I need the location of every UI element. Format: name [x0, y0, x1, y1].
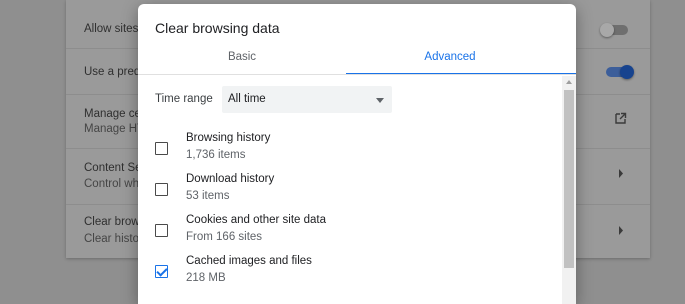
chevron-right-icon[interactable]: [618, 169, 624, 181]
checkbox-browsing-history[interactable]: [155, 142, 168, 155]
checkbox-cookies[interactable]: [155, 224, 168, 237]
setting-manage-certs-sub: Manage HT: [84, 123, 145, 135]
checkbox-cached-images[interactable]: [155, 265, 168, 278]
tab-basic[interactable]: Basic: [138, 46, 346, 74]
setting-content-label: Content Se: [84, 162, 142, 174]
setting-content-sub: Control wh: [84, 178, 139, 190]
setting-manage-certs-label: Manage ce: [84, 108, 141, 120]
setting-clear-browsing-label: Clear brows: [84, 216, 146, 228]
item-label: Browsing history: [186, 132, 271, 144]
item-label: Cached images and files: [186, 255, 312, 267]
item-detail: 218 MB: [186, 272, 226, 284]
allow-sites-toggle[interactable]: [600, 23, 628, 37]
dialog-title: Clear browsing data: [155, 20, 280, 36]
item-detail: 53 items: [186, 190, 230, 202]
time-range-value: All time: [228, 93, 266, 105]
option-cookies[interactable]: Cookies and other site data From 166 sit…: [138, 214, 558, 254]
item-detail: 1,736 items: [186, 149, 246, 161]
setting-prediction-label: Use a predi: [84, 66, 143, 78]
clear-browsing-data-dialog: Clear browsing data Basic Advanced Time …: [138, 4, 576, 304]
toggle-knob: [600, 23, 614, 37]
time-range-label: Time range: [155, 93, 213, 105]
dropdown-arrow-icon: [376, 98, 384, 103]
tab-advanced[interactable]: Advanced: [346, 46, 554, 74]
option-cached-images[interactable]: Cached images and files 218 MB: [138, 255, 558, 295]
tab-bar: Basic Advanced: [138, 46, 576, 76]
option-download-history[interactable]: Download history 53 items: [138, 173, 558, 213]
item-label: Download history: [186, 173, 275, 185]
scrollbar-thumb[interactable]: [564, 90, 574, 268]
setting-allow-sites-label: Allow sites: [84, 23, 139, 35]
option-browsing-history[interactable]: Browsing history 1,736 items: [138, 132, 558, 172]
divider: [138, 74, 576, 75]
time-range-select[interactable]: All time: [222, 86, 392, 113]
chevron-right-icon[interactable]: [618, 226, 624, 238]
item-label: Cookies and other site data: [186, 214, 327, 226]
toggle-knob: [620, 65, 634, 79]
scroll-up-arrow-icon[interactable]: [566, 80, 572, 84]
external-link-icon[interactable]: [614, 112, 627, 128]
setting-clear-browsing-sub: Clear histo: [84, 233, 139, 245]
prediction-toggle[interactable]: [606, 65, 634, 79]
checkbox-download-history[interactable]: [155, 183, 168, 196]
item-detail: From 166 sites: [186, 231, 263, 243]
